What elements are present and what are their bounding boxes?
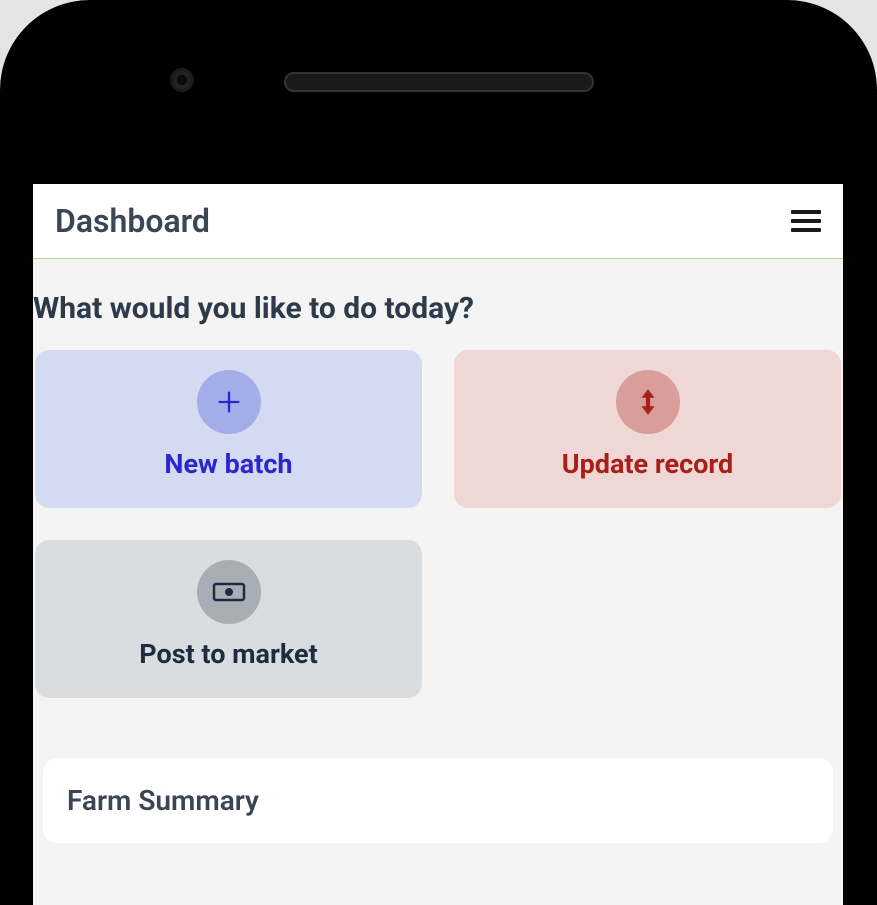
menu-button[interactable] (791, 210, 821, 232)
content-area: What would you like to do today? New bat… (33, 259, 843, 843)
phone-body: Dashboard What would you like to do toda… (0, 0, 877, 905)
post-to-market-card[interactable]: Post to market (35, 540, 422, 698)
phone-speaker (284, 72, 594, 92)
arrows-vertical-icon (635, 387, 661, 417)
plus-icon-circle (197, 370, 261, 434)
money-icon-circle (197, 560, 261, 624)
hamburger-icon (791, 210, 821, 214)
hamburger-icon (791, 219, 821, 223)
update-record-card[interactable]: Update record (454, 350, 841, 508)
action-cards-grid: New batch Update record (35, 350, 841, 698)
update-record-label: Update record (562, 448, 733, 480)
farm-summary-card: Farm Summary (43, 758, 833, 843)
plus-icon (215, 388, 243, 416)
page-title: Dashboard (55, 202, 210, 240)
new-batch-label: New batch (164, 448, 292, 480)
phone-camera (170, 68, 194, 92)
hamburger-icon (791, 228, 821, 232)
app-header: Dashboard (33, 184, 843, 259)
farm-summary-title: Farm Summary (67, 784, 809, 817)
new-batch-card[interactable]: New batch (35, 350, 422, 508)
post-to-market-label: Post to market (139, 638, 318, 670)
phone-frame: Dashboard What would you like to do toda… (0, 0, 877, 905)
prompt-heading: What would you like to do today? (33, 259, 841, 350)
app-screen: Dashboard What would you like to do toda… (33, 184, 843, 905)
money-icon (212, 580, 246, 604)
arrows-icon-circle (616, 370, 680, 434)
